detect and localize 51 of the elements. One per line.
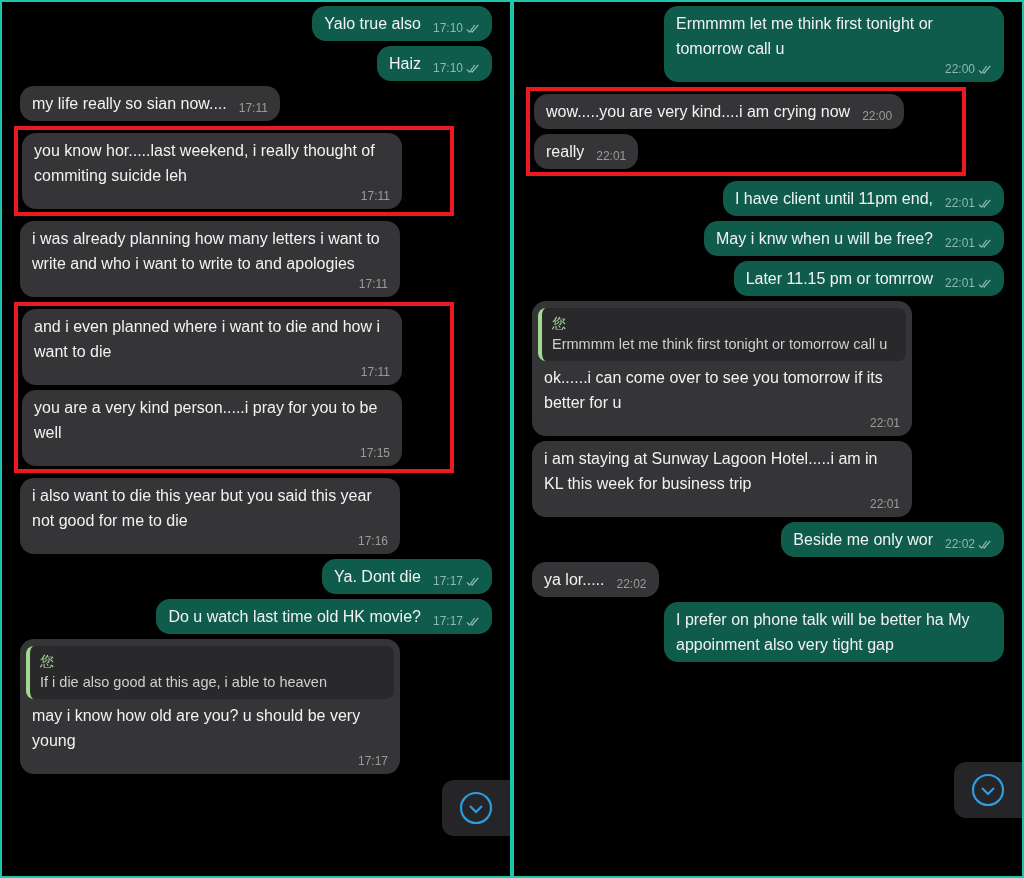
message-text: Do u watch last time old HK movie?: [168, 607, 421, 627]
message-text: Later 11.15 pm or tomrrow: [745, 269, 933, 289]
message-time: 17:15: [359, 446, 390, 460]
message-time: 22:01: [944, 236, 975, 250]
message-text: i also want to die this year but you said this year not good for me to die: [32, 486, 373, 531]
message-time: 17:17: [432, 574, 463, 588]
message-time: 22:01: [944, 196, 975, 210]
message-text: Yalo true also: [324, 14, 421, 34]
quote-text: Ermmmm let me think first tonight or tomorrow call u: [552, 335, 889, 354]
quote-text: If i die also good at this age, i able to heaven: [40, 673, 328, 692]
message-time: 22:01: [869, 416, 900, 430]
message-text: really: [546, 142, 585, 162]
message-text: ya lor.....: [544, 570, 605, 590]
scroll-down-button[interactable]: [954, 762, 1022, 818]
message-time: 22:01: [944, 276, 975, 290]
message-text: I have client until 11pm end,: [734, 189, 933, 209]
message-time: 17:10: [432, 61, 463, 75]
message-text: wow.....you are very kind....i am crying now: [546, 102, 851, 122]
message-text: Ermmmm let me think first tonight or tomorrow call u: [676, 14, 934, 59]
message-time: 22:00: [944, 62, 975, 76]
message-time: 17:11: [238, 101, 268, 115]
message-time: 17:10: [432, 21, 463, 35]
message-text: Beside me only wor: [793, 530, 933, 550]
message-time: 17:11: [360, 189, 390, 203]
quote-author: 您: [552, 314, 567, 333]
message-time: 22:00: [862, 109, 893, 123]
message-text: may i know how old are you? u should be very young: [32, 706, 362, 751]
message-text: you know hor.....last weekend, i really thought of commiting suicide leh: [34, 141, 376, 186]
message-text: Ya. Dont die: [334, 567, 421, 587]
message-text: you are a very kind person.....i pray for you to be well: [34, 398, 379, 443]
message-time: 22:02: [616, 577, 647, 591]
message-text: i am staying at Sunway Lagoon Hotel.....i am in KL this week for business trip: [544, 449, 879, 494]
chevron-down-icon: [971, 773, 1005, 807]
message-time: 17:17: [357, 754, 388, 768]
message-text: and i even planned where i want to die and how i want to die: [34, 317, 381, 362]
message-text: Haiz: [388, 54, 421, 74]
message-time: 17:11: [358, 277, 388, 291]
scroll-down-button[interactable]: [442, 780, 510, 836]
chevron-down-icon: [459, 791, 493, 825]
quote-author: 您: [40, 652, 55, 671]
message-time: 22:01: [869, 497, 900, 511]
message-time: 17:16: [357, 534, 388, 548]
message-time: 17:11: [360, 365, 390, 379]
message-time: 22:01: [596, 149, 627, 163]
message-time: 17:17: [432, 614, 463, 628]
message-text: May i knw when u will be free?: [716, 229, 933, 249]
message-text: my life really so sian now....: [32, 94, 227, 114]
message-text: I prefer on phone talk will be better ha My appoinment also very tight gap: [676, 610, 971, 655]
message-text: i was already planning how many letters i want to write and who i want to write to and apologies: [32, 229, 381, 274]
message-time: 22:02: [944, 537, 975, 551]
message-text: ok......i can come over to see you tomorrow if its better for u: [544, 368, 884, 413]
